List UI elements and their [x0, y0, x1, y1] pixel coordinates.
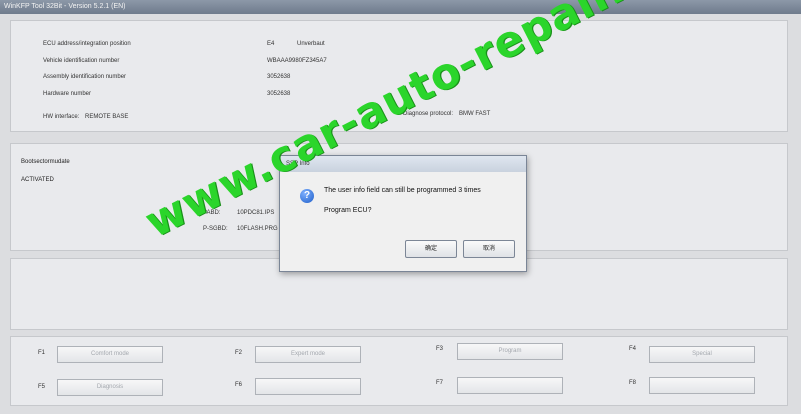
assembly-number-label: Assembly identification number	[43, 74, 127, 80]
f6-button[interactable]	[255, 378, 361, 395]
diagnosis-button[interactable]: Diagnosis	[57, 379, 163, 396]
f7-button[interactable]	[457, 377, 563, 394]
comfort-mode-button[interactable]: Comfort mode	[57, 346, 163, 363]
f6-key-label: F6	[235, 382, 243, 388]
status-title: Bootsectormudate	[21, 159, 70, 165]
cancel-button[interactable]: 取消	[463, 240, 515, 258]
f7-key-label: F7	[436, 380, 444, 386]
psgbd-value: 10FLASH.PRG	[237, 226, 278, 232]
ecu-address-value: E4	[267, 41, 275, 47]
special-button[interactable]: Special	[649, 346, 755, 363]
vin-label: Vehicle identification number	[43, 58, 120, 64]
hw-interface-label: HW interface:	[43, 114, 80, 120]
expert-mode-button[interactable]: Expert mode	[255, 346, 361, 363]
dialog-message-line1: The user info field can still be program…	[324, 187, 481, 194]
f1-key-label: F1	[38, 350, 46, 356]
assembly-number-value: 3052638	[267, 74, 291, 80]
f5-key-label: F5	[38, 384, 46, 390]
f4-key-label: F4	[629, 346, 637, 352]
status-value: ACTIVATED	[21, 177, 54, 183]
hw-interface-value: REMOTE BASE	[85, 114, 129, 120]
hardware-number-label: Hardware number	[43, 91, 92, 97]
vin-value: WBAAA9980FZ345A7	[267, 58, 327, 64]
ecu-address-extra: Unverbaut	[297, 41, 325, 47]
f2-key-label: F2	[235, 350, 243, 356]
f3-key-label: F3	[436, 346, 444, 352]
ok-button[interactable]: 确定	[405, 240, 457, 258]
program-button[interactable]: Program	[457, 343, 563, 360]
function-keys-panel: F1 Comfort mode F2 Expert mode F3 Progra…	[10, 336, 788, 406]
diag-protocol-value: BMW FAST	[459, 111, 491, 117]
hardware-number-value: 3052638	[267, 91, 291, 97]
psgbd-label: P-SGBD:	[203, 226, 228, 232]
question-icon: ?	[300, 189, 314, 203]
f8-button[interactable]	[649, 377, 755, 394]
window-title-bar: WinKFP Tool 32Bit - Version 5.2.1 (EN)	[0, 0, 801, 14]
f8-key-label: F8	[629, 380, 637, 386]
ecu-address-label: ECU address/integration position	[43, 41, 131, 47]
dialog-message-line2: Program ECU?	[324, 207, 372, 214]
program-confirm-dialog: SSP Info ? The user info field can still…	[279, 155, 527, 272]
pabd-value: 10PDC81.IPS	[237, 210, 275, 216]
